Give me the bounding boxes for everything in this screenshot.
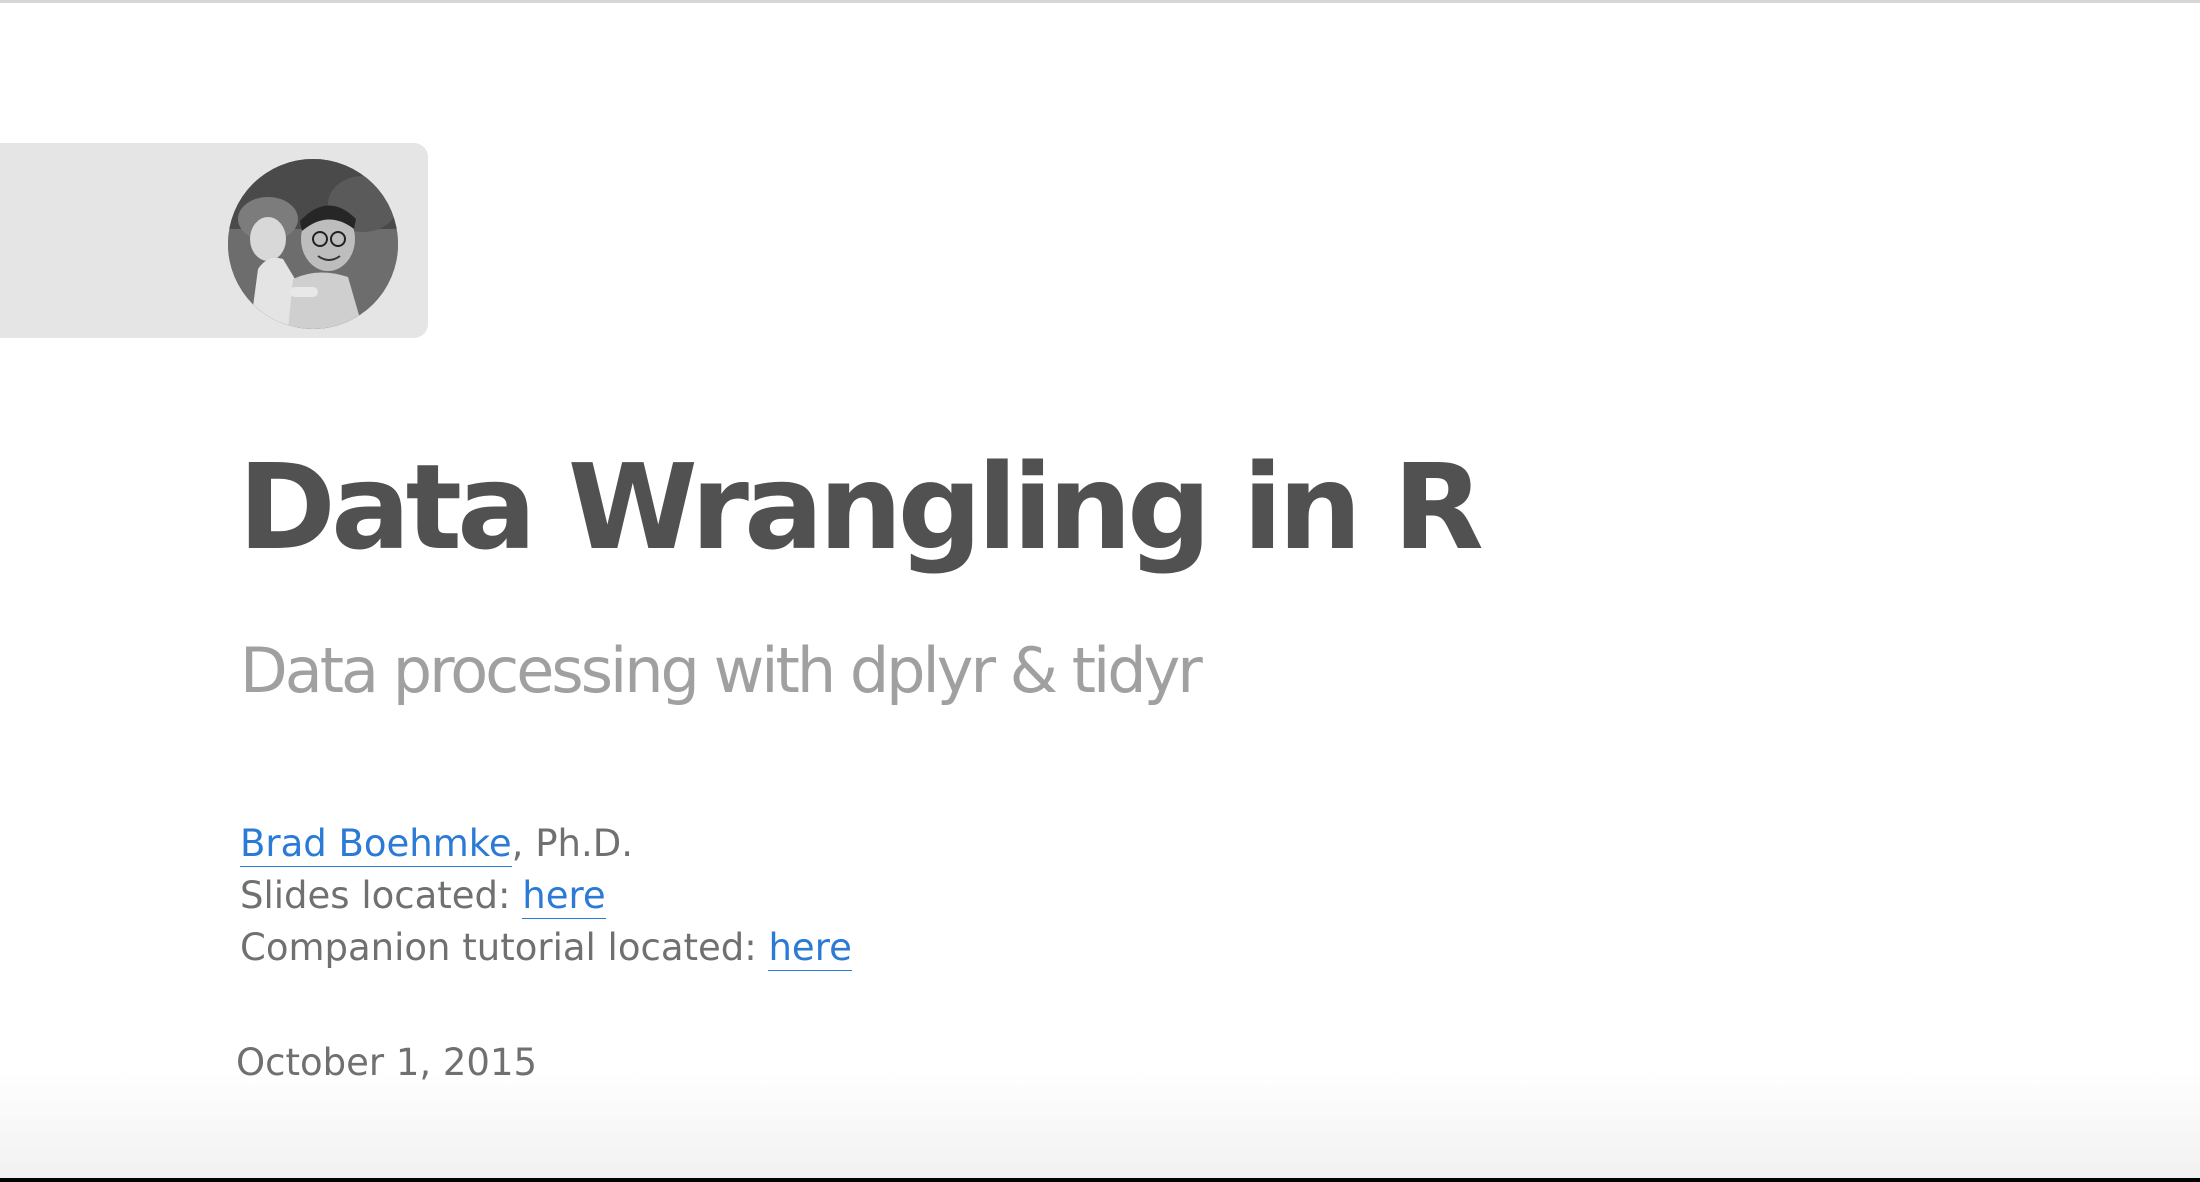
top-divider [0,0,2200,3]
author-info: Brad Boehmke, Ph.D. Slides located: here… [240,818,852,974]
slides-link[interactable]: here [522,874,606,919]
slide-title: Data Wrangling in R [238,438,1484,576]
slide-subtitle: Data processing with dplyr & tidyr [240,634,1203,707]
author-line: Brad Boehmke, Ph.D. [240,818,852,870]
tutorial-line: Companion tutorial located: here [240,922,852,974]
author-avatar-icon [228,159,398,329]
slides-label: Slides located: [240,874,523,917]
title-slide: Data Wrangling in R Data processing with… [0,0,2200,1178]
slide-date: October 1, 2015 [236,1041,538,1084]
author-link[interactable]: Brad Boehmke [240,822,512,867]
tutorial-link[interactable]: here [768,926,852,971]
slides-line: Slides located: here [240,870,852,922]
author-suffix: , Ph.D. [511,822,633,865]
tutorial-label: Companion tutorial located: [240,926,769,969]
